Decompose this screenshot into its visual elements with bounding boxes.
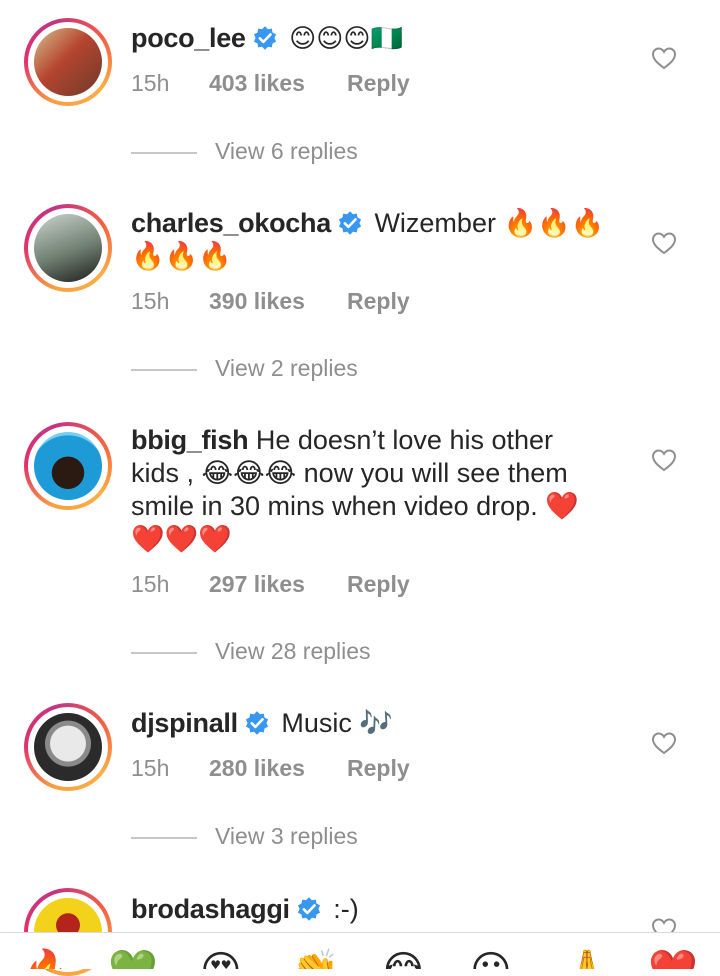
view-replies-button[interactable]: View 2 replies (131, 355, 531, 385)
timestamp: 15h (131, 571, 170, 597)
comment-body: Music 🎶 (281, 708, 393, 738)
timestamp: 15h (131, 70, 170, 96)
timestamp: 15h (131, 288, 170, 314)
comment-text: bbig_fish He doesn’t love his other kids… (131, 424, 611, 556)
like-heart-icon[interactable] (651, 46, 677, 70)
fire-emoji-button[interactable]: 🔥 (22, 951, 72, 969)
like-heart-icon[interactable] (651, 448, 677, 472)
view-replies-button[interactable]: View 3 replies (131, 823, 531, 853)
username[interactable]: charles_okocha (131, 208, 331, 238)
verified-badge-icon (338, 211, 361, 235)
comment-body-continued: smile in 30 mins when video drop. ❤️ (131, 491, 579, 521)
username[interactable]: poco_lee (131, 23, 246, 53)
comment-body-continued: 🔥🔥🔥 (131, 241, 232, 271)
avatar[interactable] (24, 18, 112, 106)
view-replies-label: View 2 replies (215, 355, 358, 381)
avatar[interactable] (24, 703, 112, 791)
divider (131, 837, 197, 839)
comment-text: brodashaggi :-) (131, 893, 611, 926)
verified-badge-icon (253, 26, 276, 50)
red-heart-emoji-button[interactable]: ❤️ (648, 951, 698, 969)
verified-badge-icon (297, 897, 320, 921)
timestamp: 15h (131, 755, 170, 781)
reply-button[interactable]: Reply (347, 755, 410, 782)
view-replies-label: View 6 replies (215, 138, 358, 164)
verified-badge-icon (245, 711, 268, 735)
divider (131, 369, 197, 371)
reply-button[interactable]: Reply (347, 70, 410, 97)
heart-eyes-emoji-button[interactable]: 😍 (200, 951, 242, 969)
surprised-emoji-button[interactable]: 😮 (470, 951, 512, 969)
like-heart-icon[interactable] (651, 231, 677, 255)
comment-body: He doesn’t love his other (255, 425, 553, 455)
view-replies-button[interactable]: View 6 replies (131, 138, 531, 168)
view-replies-label: View 28 replies (215, 638, 371, 664)
view-replies-label: View 3 replies (215, 823, 358, 849)
comment-text: poco_lee 😊😊😊🇳🇬 (131, 22, 611, 55)
reply-button[interactable]: Reply (347, 288, 410, 315)
username[interactable]: bbig_fish (131, 425, 249, 455)
username[interactable]: brodashaggi (131, 894, 290, 924)
reply-button[interactable]: Reply (347, 571, 410, 598)
likes-count[interactable]: 403 likes (209, 70, 305, 97)
comment-body: :-) (333, 894, 359, 924)
clap-emoji-button[interactable]: 👏 (290, 951, 340, 969)
comment-body-continued: kids , 😂😂😂 now you will see them (131, 458, 568, 488)
avatar[interactable] (24, 204, 112, 292)
likes-count[interactable]: 390 likes (209, 288, 305, 315)
comment-body: 😊😊😊🇳🇬 (289, 23, 403, 53)
comment-text: charles_okocha Wizember 🔥🔥🔥 🔥🔥🔥 (131, 207, 611, 273)
quick-reaction-bar: 🔥 💚 😍 👏 😂 😮 🙏 ❤️ (0, 932, 720, 969)
like-heart-icon[interactable] (651, 731, 677, 755)
pray-emoji-button[interactable]: 🙏 (562, 951, 612, 969)
comment-body-continued: ❤️❤️❤️ (131, 524, 232, 554)
likes-count[interactable]: 297 likes (209, 571, 305, 598)
view-replies-button[interactable]: View 28 replies (131, 638, 531, 668)
divider (131, 652, 197, 654)
comment-body: Wizember 🔥🔥🔥 (374, 208, 605, 238)
laughing-emoji-button[interactable]: 😂 (380, 951, 427, 969)
username[interactable]: djspinall (131, 708, 238, 738)
comment-text: djspinall Music 🎶 (131, 707, 611, 740)
avatar[interactable] (24, 422, 112, 510)
divider (131, 152, 197, 154)
likes-count[interactable]: 280 likes (209, 755, 305, 782)
green-heart-emoji-button[interactable]: 💚 (108, 951, 158, 969)
